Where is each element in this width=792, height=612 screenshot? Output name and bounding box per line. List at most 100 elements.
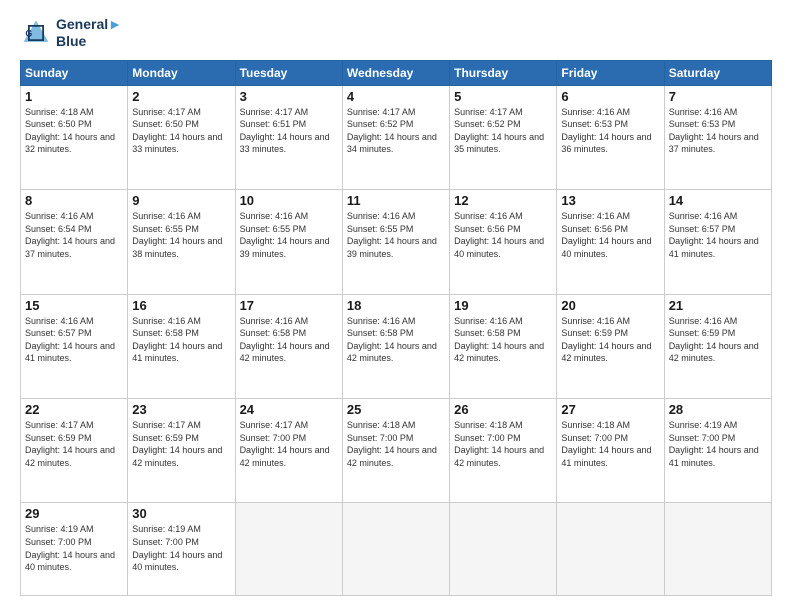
day-detail: Sunrise: 4:17 AMSunset: 7:00 PMDaylight:… <box>240 419 338 469</box>
calendar-day-empty <box>342 503 449 596</box>
day-number: 17 <box>240 298 338 313</box>
day-detail: Sunrise: 4:18 AMSunset: 7:00 PMDaylight:… <box>347 419 445 469</box>
day-number: 7 <box>669 89 767 104</box>
day-number: 13 <box>561 193 659 208</box>
calendar-day-3: 3 Sunrise: 4:17 AMSunset: 6:51 PMDaylight… <box>235 85 342 189</box>
day-detail: Sunrise: 4:16 AMSunset: 6:54 PMDaylight:… <box>25 210 123 260</box>
calendar-header-monday: Monday <box>128 60 235 85</box>
calendar-table: SundayMondayTuesdayWednesdayThursdayFrid… <box>20 60 772 596</box>
calendar-day-19: 19Sunrise: 4:16 AMSunset: 6:58 PMDayligh… <box>450 294 557 398</box>
calendar-day-14: 14Sunrise: 4:16 AMSunset: 6:57 PMDayligh… <box>664 190 771 294</box>
day-detail: Sunrise: 4:16 AMSunset: 6:53 PMDaylight:… <box>669 106 767 156</box>
calendar-day-5: 5Sunrise: 4:17 AMSunset: 6:52 PMDaylight… <box>450 85 557 189</box>
day-number: 28 <box>669 402 767 417</box>
day-number: 20 <box>561 298 659 313</box>
day-detail: Sunrise: 4:16 AMSunset: 6:55 PMDaylight:… <box>347 210 445 260</box>
day-number: 29 <box>25 506 123 521</box>
day-detail: Sunrise: 4:16 AMSunset: 6:58 PMDaylight:… <box>454 315 552 365</box>
calendar-week-row: 22Sunrise: 4:17 AMSunset: 6:59 PMDayligh… <box>21 398 772 502</box>
calendar-header-row: SundayMondayTuesdayWednesdayThursdayFrid… <box>21 60 772 85</box>
calendar-day-15: 15 Sunrise: 4:16 AMSunset: 6:57 PMDayligh… <box>21 294 128 398</box>
calendar-header-thursday: Thursday <box>450 60 557 85</box>
day-detail: Sunrise: 4:17 AMSunset: 6:59 PMDaylight:… <box>132 419 230 469</box>
day-detail: Sunrise: 4:19 AMSunset: 7:00 PMDaylight:… <box>25 523 123 573</box>
calendar-day-8: 8 Sunrise: 4:16 AMSunset: 6:54 PMDaylight… <box>21 190 128 294</box>
day-detail: Sunrise: 4:16 AMSunset: 6:58 PMDaylight:… <box>240 315 338 365</box>
calendar-day-6: 6 Sunrise: 4:16 AMSunset: 6:53 PMDaylight… <box>557 85 664 189</box>
day-detail: Sunrise: 4:16 AMSunset: 6:57 PMDaylight:… <box>25 315 123 365</box>
calendar-day-1: 1Sunrise: 4:18 AMSunset: 6:50 PMDaylight… <box>21 85 128 189</box>
calendar-day-23: 23Sunrise: 4:17 AMSunset: 6:59 PMDayligh… <box>128 398 235 502</box>
day-number: 8 <box>25 193 123 208</box>
day-number: 10 <box>240 193 338 208</box>
calendar-day-empty <box>450 503 557 596</box>
day-number: 6 <box>561 89 659 104</box>
calendar-day-11: 11Sunrise: 4:16 AMSunset: 6:55 PMDayligh… <box>342 190 449 294</box>
day-number: 25 <box>347 402 445 417</box>
day-number: 1 <box>25 89 123 104</box>
page: G General► Blue SundayMondayTuesdayWedne… <box>0 0 792 612</box>
day-detail: Sunrise: 4:16 AMSunset: 6:59 PMDaylight:… <box>561 315 659 365</box>
calendar-day-2: 2 Sunrise: 4:17 AMSunset: 6:50 PMDaylight… <box>128 85 235 189</box>
calendar-day-26: 26Sunrise: 4:18 AMSunset: 7:00 PMDayligh… <box>450 398 557 502</box>
day-number: 3 <box>240 89 338 104</box>
calendar-header-sunday: Sunday <box>21 60 128 85</box>
logo-icon: G <box>20 17 52 49</box>
day-detail: Sunrise: 4:17 AMSunset: 6:50 PMDaylight:… <box>132 106 230 156</box>
day-detail: Sunrise: 4:19 AMSunset: 7:00 PMDaylight:… <box>132 523 230 573</box>
calendar-day-22: 22Sunrise: 4:17 AMSunset: 6:59 PMDayligh… <box>21 398 128 502</box>
calendar-day-24: 24 Sunrise: 4:17 AMSunset: 7:00 PMDayligh… <box>235 398 342 502</box>
calendar-header-wednesday: Wednesday <box>342 60 449 85</box>
day-detail: Sunrise: 4:16 AMSunset: 6:56 PMDaylight:… <box>454 210 552 260</box>
calendar-day-21: 21Sunrise: 4:16 AMSunset: 6:59 PMDayligh… <box>664 294 771 398</box>
day-detail: Sunrise: 4:18 AMSunset: 7:00 PMDaylight:… <box>561 419 659 469</box>
day-detail: Sunrise: 4:16 AMSunset: 6:56 PMDaylight:… <box>561 210 659 260</box>
day-number: 16 <box>132 298 230 313</box>
calendar-day-9: 9 Sunrise: 4:16 AMSunset: 6:55 PMDaylight… <box>128 190 235 294</box>
day-detail: Sunrise: 4:16 AMSunset: 6:55 PMDaylight:… <box>240 210 338 260</box>
day-number: 5 <box>454 89 552 104</box>
calendar-day-30: 30 Sunrise: 4:19 AMSunset: 7:00 PMDayligh… <box>128 503 235 596</box>
logo-text: General► Blue <box>56 16 122 50</box>
calendar-day-10: 10 Sunrise: 4:16 AMSunset: 6:55 PMDayligh… <box>235 190 342 294</box>
calendar-day-28: 28Sunrise: 4:19 AMSunset: 7:00 PMDayligh… <box>664 398 771 502</box>
logo: G General► Blue <box>20 16 122 50</box>
calendar-body: 1Sunrise: 4:18 AMSunset: 6:50 PMDaylight… <box>21 85 772 595</box>
calendar-header-saturday: Saturday <box>664 60 771 85</box>
calendar-week-row: 8 Sunrise: 4:16 AMSunset: 6:54 PMDaylight… <box>21 190 772 294</box>
calendar-week-row: 1Sunrise: 4:18 AMSunset: 6:50 PMDaylight… <box>21 85 772 189</box>
calendar-day-16: 16 Sunrise: 4:16 AMSunset: 6:58 PMDayligh… <box>128 294 235 398</box>
day-detail: Sunrise: 4:16 AMSunset: 6:59 PMDaylight:… <box>669 315 767 365</box>
day-number: 15 <box>25 298 123 313</box>
calendar-day-empty <box>557 503 664 596</box>
day-number: 30 <box>132 506 230 521</box>
day-number: 18 <box>347 298 445 313</box>
day-number: 2 <box>132 89 230 104</box>
svg-text:G: G <box>25 28 32 38</box>
day-detail: Sunrise: 4:16 AMSunset: 6:53 PMDaylight:… <box>561 106 659 156</box>
day-detail: Sunrise: 4:16 AMSunset: 6:58 PMDaylight:… <box>132 315 230 365</box>
calendar-day-12: 12 Sunrise: 4:16 AMSunset: 6:56 PMDayligh… <box>450 190 557 294</box>
day-number: 4 <box>347 89 445 104</box>
calendar-day-empty <box>664 503 771 596</box>
calendar-day-empty <box>235 503 342 596</box>
calendar-day-13: 13 Sunrise: 4:16 AMSunset: 6:56 PMDayligh… <box>557 190 664 294</box>
day-detail: Sunrise: 4:16 AMSunset: 6:58 PMDaylight:… <box>347 315 445 365</box>
calendar-day-29: 29 Sunrise: 4:19 AMSunset: 7:00 PMDayligh… <box>21 503 128 596</box>
day-detail: Sunrise: 4:17 AMSunset: 6:51 PMDaylight:… <box>240 106 338 156</box>
calendar-day-18: 18 Sunrise: 4:16 AMSunset: 6:58 PMDayligh… <box>342 294 449 398</box>
day-number: 9 <box>132 193 230 208</box>
calendar-week-row: 15 Sunrise: 4:16 AMSunset: 6:57 PMDayligh… <box>21 294 772 398</box>
day-detail: Sunrise: 4:18 AMSunset: 7:00 PMDaylight:… <box>454 419 552 469</box>
calendar-header-friday: Friday <box>557 60 664 85</box>
day-number: 27 <box>561 402 659 417</box>
calendar-week-row: 29 Sunrise: 4:19 AMSunset: 7:00 PMDayligh… <box>21 503 772 596</box>
calendar-day-17: 17 Sunrise: 4:16 AMSunset: 6:58 PMDayligh… <box>235 294 342 398</box>
day-detail: Sunrise: 4:17 AMSunset: 6:52 PMDaylight:… <box>347 106 445 156</box>
calendar-day-7: 7 Sunrise: 4:16 AMSunset: 6:53 PMDaylight… <box>664 85 771 189</box>
day-detail: Sunrise: 4:16 AMSunset: 6:55 PMDaylight:… <box>132 210 230 260</box>
day-number: 14 <box>669 193 767 208</box>
calendar-day-27: 27 Sunrise: 4:18 AMSunset: 7:00 PMDayligh… <box>557 398 664 502</box>
day-number: 12 <box>454 193 552 208</box>
day-number: 24 <box>240 402 338 417</box>
